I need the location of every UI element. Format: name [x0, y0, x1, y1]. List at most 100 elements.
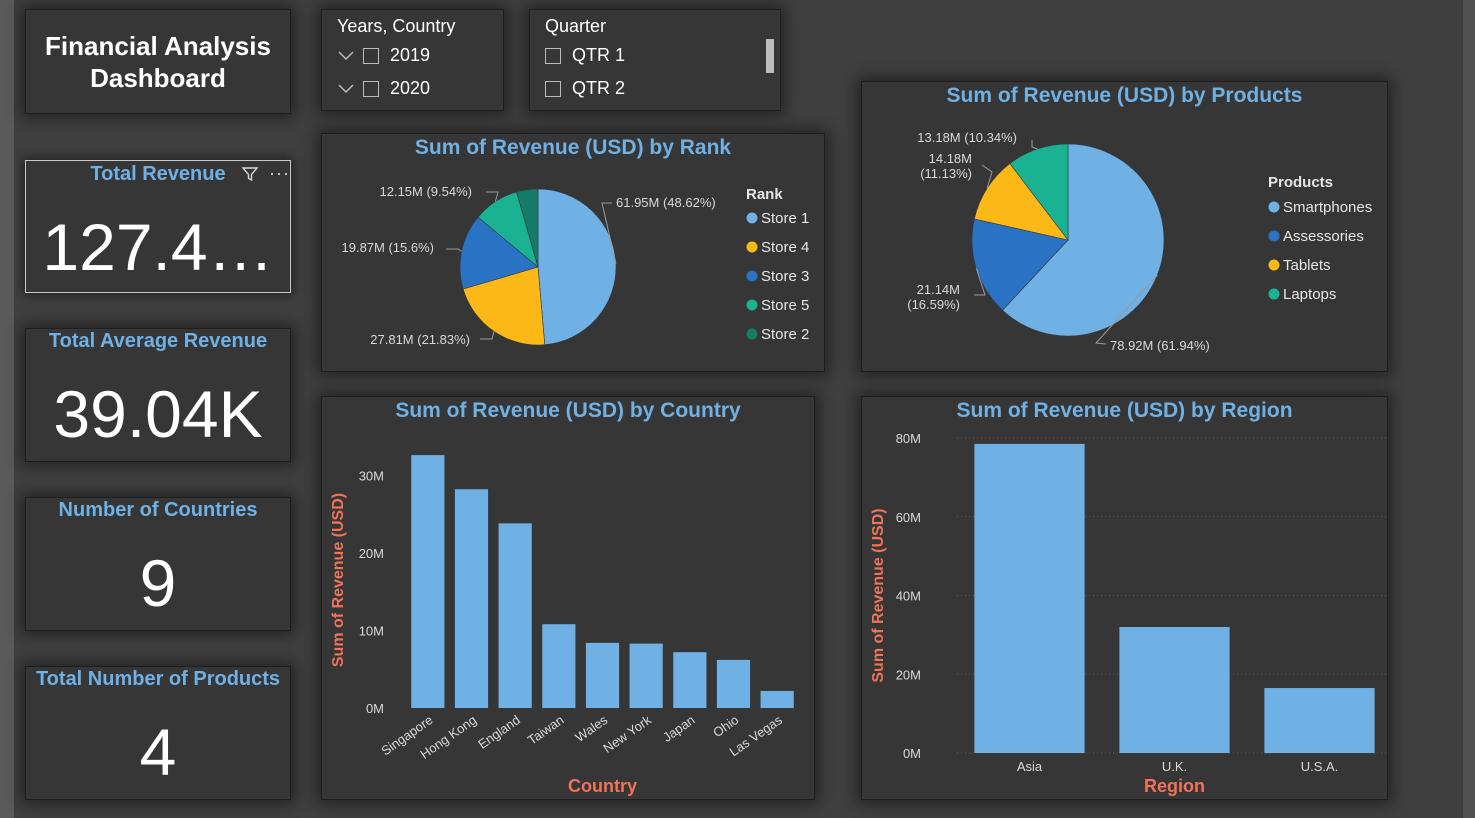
x-tick-label: U.K.	[1162, 759, 1187, 774]
kpi-label: Total Number of Products	[35, 668, 281, 690]
x-axis-title: Region	[1144, 776, 1205, 796]
checkbox[interactable]	[363, 47, 379, 64]
chart-revenue-by-rank[interactable]: Sum of Revenue (USD) by Rank 61.95M (48.…	[321, 133, 825, 372]
dashboard-title-card: Financial Analysis Dashboard	[25, 9, 291, 114]
bar[interactable]	[585, 642, 620, 708]
y-axis-title: Sum of Revenue (USD)	[330, 493, 347, 667]
data-label: 21.14M (16.59%)	[907, 282, 960, 312]
kpi-card-total-revenue[interactable]: Total Revenue ··· 127.4…	[25, 160, 291, 293]
kpi-card-total-number-of-products[interactable]: Total Number of Products 4	[25, 666, 291, 800]
slicer-scrollbar[interactable]	[766, 39, 774, 73]
pie-chart-products[interactable]: 78.92M (61.94%) 21.14M (16.59%) 14.18M (11.1…	[862, 82, 1387, 371]
slicer-item-label: 2020	[390, 78, 431, 98]
legend-marker	[746, 299, 758, 311]
chart-revenue-by-country[interactable]: Sum of Revenue (USD) by Country 0M 10M 20M…	[321, 396, 815, 800]
kpi-label: Total Average Revenue	[48, 330, 268, 352]
bar[interactable]	[454, 489, 489, 708]
y-tick-label: 20M	[359, 546, 384, 561]
data-label: 19.87M (15.6%)	[342, 240, 435, 255]
filter-icon[interactable]	[241, 165, 259, 188]
kpi-value: 4	[139, 715, 177, 789]
slicer-item-2019[interactable]: 2019	[337, 45, 430, 66]
bar[interactable]	[629, 643, 663, 708]
slicer-item-label: QTR 2	[572, 78, 626, 98]
slicer-title: Years, Country	[337, 16, 456, 36]
data-label: 61.95M (48.62%)	[616, 195, 716, 210]
bar[interactable]	[542, 624, 576, 708]
checkbox[interactable]	[545, 47, 561, 64]
x-tick-label: U.S.A.	[1301, 759, 1339, 774]
bar[interactable]	[1119, 627, 1230, 753]
legend-item[interactable]: Store 2	[761, 326, 809, 343]
y-tick-label: 0M	[366, 701, 384, 716]
slicer-item-2020[interactable]: 2020	[337, 78, 430, 99]
bar[interactable]	[974, 443, 1085, 753]
kpi-card-total-average-revenue[interactable]: Total Average Revenue 39.04K	[25, 328, 291, 462]
checkbox[interactable]	[545, 80, 561, 97]
left-frame	[0, 0, 14, 818]
data-label: 13.18M (10.34%)	[917, 130, 1017, 145]
x-tick-label: Asia	[1017, 759, 1043, 774]
checkbox[interactable]	[363, 80, 379, 97]
legend-item[interactable]: Store 4	[761, 239, 809, 256]
chevron-down-icon[interactable]	[337, 81, 357, 97]
kpi-value: 39.04K	[53, 377, 263, 451]
x-tick-label: England	[475, 712, 523, 752]
y-tick-label: 10M	[359, 623, 384, 638]
more-options-icon[interactable]: ···	[269, 163, 290, 184]
legend-item[interactable]: Store 5	[761, 297, 809, 314]
legend-item[interactable]: Laptops	[1283, 286, 1336, 303]
slicer-item-label: 2019	[390, 45, 431, 65]
bar[interactable]	[411, 455, 445, 708]
bar-chart-country[interactable]: 0M10M20M30MSingaporeHong KongEngland Taiw…	[322, 397, 814, 799]
legend-item[interactable]: Tablets	[1283, 257, 1331, 274]
data-label: 12.15M (9.54%)	[380, 184, 473, 199]
bar[interactable]	[760, 690, 794, 708]
slicer-item-qtr1[interactable]: QTR 1	[545, 45, 625, 66]
x-tick-label: Japan	[660, 712, 698, 745]
chevron-down-icon[interactable]	[337, 48, 357, 64]
legend-item[interactable]: Smartphones	[1283, 199, 1372, 216]
x-tick-label: Ohio	[710, 712, 741, 740]
y-tick-label: 30M	[359, 468, 384, 483]
chart-revenue-by-region[interactable]: Sum of Revenue (USD) by Region 0M 20M 40M 6…	[861, 396, 1388, 800]
kpi-value: 9	[139, 546, 177, 620]
legend-marker	[746, 328, 758, 340]
slicer-item-label: QTR 1	[572, 45, 626, 65]
leader-line	[480, 331, 495, 340]
dashboard-title: Financial Analysis Dashboard	[45, 30, 271, 93]
y-tick-label: 40M	[896, 589, 921, 604]
x-tick-label: Taiwan	[525, 712, 567, 747]
legend-item[interactable]: Assessories	[1283, 228, 1364, 245]
legend-marker	[746, 270, 758, 282]
slicer-years-country: Years, Country 2019 2020	[321, 9, 504, 111]
bar[interactable]	[716, 659, 751, 708]
legend-title: Products	[1268, 174, 1333, 191]
chart-revenue-by-products[interactable]: Sum of Revenue (USD) by Products 78.92M …	[861, 81, 1388, 372]
slicer-quarter: Quarter QTR 1 QTR 2	[529, 9, 781, 111]
right-frame	[1463, 0, 1475, 818]
legend-marker	[1268, 230, 1280, 242]
leader-line	[486, 191, 499, 202]
x-axis-title: Country	[568, 776, 637, 796]
kpi-label: Number of Countries	[58, 499, 258, 521]
slicer-item-qtr2[interactable]: QTR 2	[545, 78, 625, 99]
bar[interactable]	[1264, 688, 1375, 753]
pie-chart-rank[interactable]: 61.95M (48.62%) 27.81M (21.83%) 19.87M (15…	[322, 134, 824, 371]
legend-marker	[746, 212, 758, 224]
y-tick-label: 20M	[896, 667, 921, 682]
legend-item[interactable]: Store 1	[761, 210, 809, 227]
y-tick-label: 60M	[896, 510, 921, 525]
legend-marker	[1268, 259, 1280, 271]
legend-item[interactable]: Store 3	[761, 268, 809, 285]
y-tick-label: 80M	[896, 431, 921, 446]
legend-marker	[1268, 201, 1280, 213]
bar-chart-region[interactable]: 0M20M40M60M80MAsia U.K. U.S.A.RegionSum of…	[862, 397, 1387, 799]
x-tick-label: New York	[600, 712, 654, 756]
data-label: 27.81M (21.83%)	[370, 332, 470, 347]
bar[interactable]	[498, 523, 532, 708]
data-label: 78.92M (61.94%)	[1110, 338, 1210, 353]
bar[interactable]	[673, 652, 707, 708]
kpi-card-number-of-countries[interactable]: Number of Countries 9	[25, 497, 291, 631]
data-label: 14.18M (11.13%)	[920, 151, 972, 181]
